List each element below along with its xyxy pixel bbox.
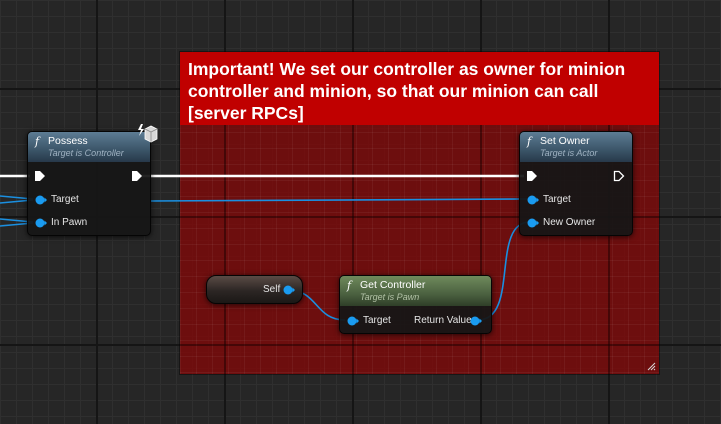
get-controller-target-pin[interactable] [347, 316, 359, 326]
self-label: Self [263, 284, 281, 295]
self-node[interactable]: Self [206, 275, 303, 304]
set-owner-exec-in-pin[interactable] [526, 170, 538, 182]
server-only-icon [138, 124, 158, 143]
get-controller-node-title: Get Controller [360, 279, 426, 291]
set-owner-target-pin[interactable] [527, 195, 539, 205]
possess-in-pawn-label: In Pawn [51, 217, 88, 228]
blueprint-graph[interactable]: Important! We set our controller as owne… [0, 0, 721, 424]
function-icon: f [35, 135, 40, 148]
possess-node-title: Possess [48, 135, 88, 147]
get-controller-return-value-label: Return Value [414, 315, 472, 326]
object-wire-to-set-owner-target[interactable] [149, 198, 528, 202]
possess-node-subtitle: Target is Controller [48, 148, 124, 158]
possess-exec-in-pin[interactable] [34, 170, 46, 182]
set-owner-new-owner-pin[interactable] [527, 218, 539, 228]
possess-exec-out-pin[interactable] [131, 170, 143, 182]
set-owner-node-subtitle: Target is Actor [540, 148, 598, 158]
set-owner-target-label: Target [543, 194, 571, 205]
get-controller-node[interactable]: f Get Controller Target is Pawn Target R… [339, 275, 492, 334]
get-controller-return-value-pin[interactable] [470, 316, 482, 326]
possess-target-pin[interactable] [35, 195, 47, 205]
function-icon: f [347, 279, 352, 292]
possess-node-header[interactable]: f Possess Target is Controller [28, 132, 150, 162]
set-owner-exec-out-pin[interactable] [613, 170, 625, 182]
function-icon: f [527, 135, 532, 148]
set-owner-new-owner-label: New Owner [543, 217, 596, 228]
possess-node[interactable]: f Possess Target is Controller Target In… [27, 131, 151, 236]
set-owner-node-header[interactable]: f Set Owner Target is Actor [520, 132, 632, 162]
set-owner-node[interactable]: f Set Owner Target is Actor Target New O… [519, 131, 633, 236]
set-owner-node-title: Set Owner [540, 135, 590, 147]
possess-in-pawn-pin[interactable] [35, 218, 47, 228]
self-output-pin[interactable] [283, 285, 295, 295]
get-controller-node-subtitle: Target is Pawn [360, 292, 420, 302]
get-controller-node-header[interactable]: f Get Controller Target is Pawn [340, 276, 491, 306]
possess-target-label: Target [51, 194, 79, 205]
get-controller-target-label: Target [363, 315, 391, 326]
